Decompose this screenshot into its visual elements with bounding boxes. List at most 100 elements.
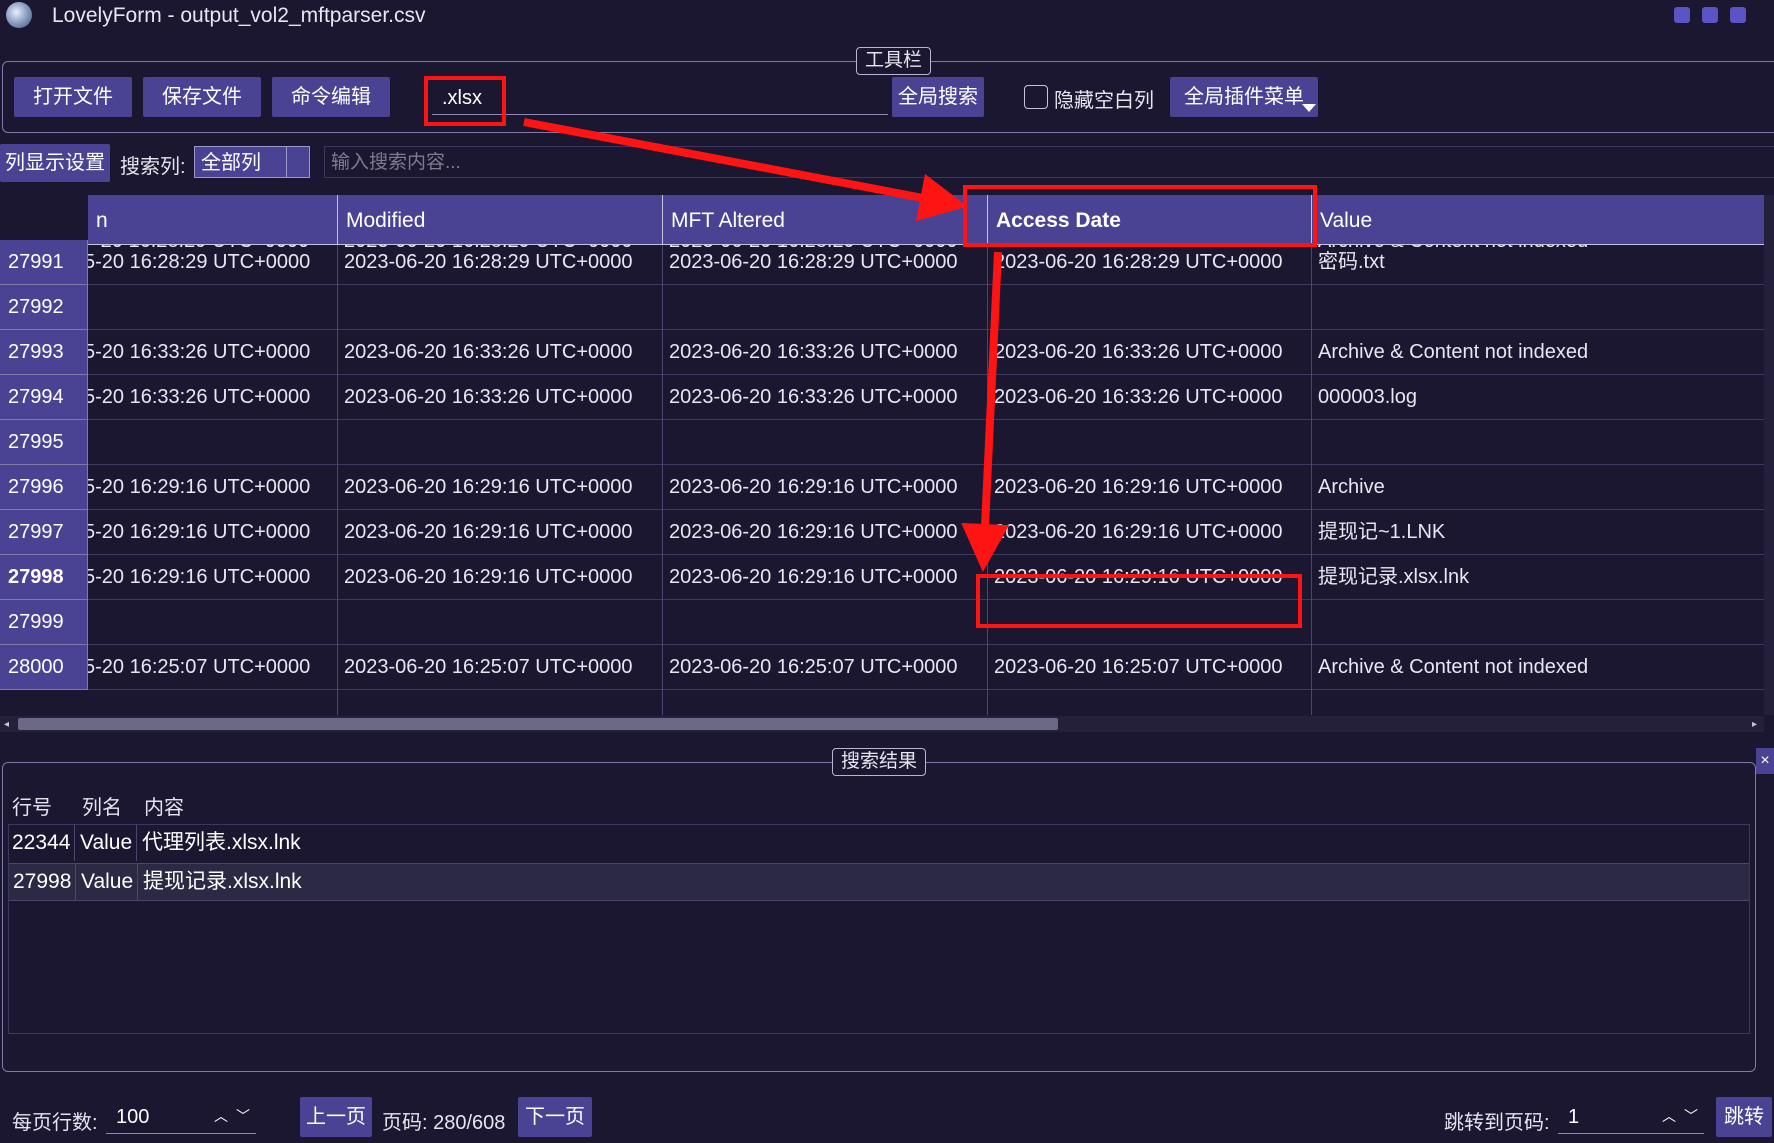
- column-header-mft-altered[interactable]: MFT Altered: [663, 195, 988, 245]
- row-header[interactable]: 27995: [0, 420, 88, 465]
- grid-cell[interactable]: [1312, 420, 1764, 465]
- grid-cell[interactable]: Archive & Content not indexed: [1312, 645, 1764, 690]
- column-header-modified[interactable]: Modified: [338, 195, 663, 245]
- grid-cell[interactable]: 2023-06-20 16:33:26 UTC+0000: [663, 330, 988, 375]
- grid-cell[interactable]: 密码.txt: [1312, 240, 1764, 285]
- grid-cell[interactable]: [1312, 600, 1764, 645]
- row-header[interactable]: 27991: [0, 240, 88, 285]
- chevron-up-icon[interactable]: ︿: [1662, 1106, 1676, 1126]
- grid-cell[interactable]: 5-20 16:29:16 UTC+0000: [88, 465, 338, 510]
- goto-page-label: 跳转到页码:: [1444, 1112, 1550, 1134]
- grid-cell[interactable]: 2023-06-20 16:33:26 UTC+0000: [338, 330, 663, 375]
- maximize-button[interactable]: [1702, 7, 1718, 23]
- results-header-content: 内容: [144, 797, 184, 819]
- prev-page-button[interactable]: 上一页: [300, 1097, 372, 1137]
- row-header[interactable]: 27994: [0, 375, 88, 420]
- grid-cell[interactable]: 2023-06-20 16:29:16 UTC+0000: [338, 510, 663, 555]
- chevron-up-icon[interactable]: ︿: [214, 1106, 228, 1126]
- grid-cell[interactable]: [663, 600, 988, 645]
- grid-cell[interactable]: 2023-06-20 16:33:26 UTC+0000: [663, 375, 988, 420]
- grid-cell[interactable]: [88, 420, 338, 465]
- row-header[interactable]: 27997: [0, 510, 88, 555]
- command-edit-button[interactable]: 命令编辑: [272, 77, 390, 117]
- grid-cell[interactable]: [988, 285, 1312, 330]
- grid-cell[interactable]: 5-20 16:33:26 UTC+0000: [88, 330, 338, 375]
- row-header[interactable]: 28000: [0, 645, 88, 690]
- grid-cell[interactable]: 2023-06-20 16:29:16 UTC+0000: [988, 465, 1312, 510]
- grid-cell[interactable]: [988, 420, 1312, 465]
- results-row[interactable]: 22344 Value 代理列表.xlsx.lnk: [8, 824, 1748, 861]
- grid-cell[interactable]: 5-20 16:25:07 UTC+0000: [88, 645, 338, 690]
- grid-cell[interactable]: [88, 285, 338, 330]
- close-results-icon[interactable]: ×: [1756, 748, 1774, 774]
- horizontal-scrollbar-thumb[interactable]: [18, 718, 1058, 730]
- grid-cell[interactable]: 2023-06-20 16:28:29 UTC+0000: [338, 240, 663, 285]
- save-file-button[interactable]: 保存文件: [143, 77, 261, 117]
- grid-cell[interactable]: 2023-06-20 16:29:16 UTC+0000: [663, 555, 988, 600]
- results-cell-line: 22344: [12, 831, 71, 854]
- grid-cell[interactable]: 5-20 16:29:16 UTC+0000: [88, 510, 338, 555]
- grid-cell[interactable]: 5-20 16:28:29 UTC+0000: [88, 240, 338, 285]
- scroll-right-icon[interactable]: ▸: [1752, 719, 1757, 730]
- next-page-button[interactable]: 下一页: [518, 1097, 592, 1137]
- results-cell-content: 提现记录.xlsx.lnk: [143, 870, 302, 893]
- grid-cell[interactable]: 2023-06-20 16:33:26 UTC+0000: [338, 375, 663, 420]
- row-header[interactable]: 27999: [0, 600, 88, 645]
- chevron-down-icon[interactable]: ﹀: [236, 1106, 250, 1126]
- chevron-down-icon[interactable]: ﹀: [1684, 1106, 1698, 1126]
- global-search-button[interactable]: 全局搜索: [892, 77, 984, 117]
- grid-cell[interactable]: [663, 285, 988, 330]
- results-cell-column: Value: [80, 831, 133, 854]
- grid-cell[interactable]: 2023-06-20 16:28:29 UTC+0000: [663, 240, 988, 285]
- grid-cell[interactable]: [663, 420, 988, 465]
- minimize-button[interactable]: [1674, 7, 1690, 23]
- results-column-divider: [137, 864, 138, 900]
- grid-cell[interactable]: [88, 600, 338, 645]
- hide-empty-columns-checkbox[interactable]: [1024, 85, 1048, 109]
- grid-cell[interactable]: 2023-06-20 16:29:16 UTC+0000: [663, 465, 988, 510]
- plugin-menu-button[interactable]: 全局插件菜单: [1170, 77, 1318, 117]
- close-window-button[interactable]: [1730, 7, 1746, 23]
- search-column-select[interactable]: 全部列: [194, 146, 310, 178]
- grid-cell[interactable]: 000003.log: [1312, 375, 1764, 420]
- row-header[interactable]: 27992: [0, 285, 88, 330]
- row-header[interactable]: 27998: [0, 555, 88, 600]
- column-display-settings-button[interactable]: 列显示设置: [0, 144, 110, 182]
- scroll-left-icon[interactable]: ◂: [4, 719, 9, 730]
- grid-cell[interactable]: 5-20 16:33:26 UTC+0000: [88, 375, 338, 420]
- open-file-button[interactable]: 打开文件: [14, 77, 132, 117]
- grid-cell[interactable]: 2023-06-20 16:25:07 UTC+0000: [663, 645, 988, 690]
- grid-cell[interactable]: [338, 285, 663, 330]
- column-header-value[interactable]: Value: [1312, 195, 1764, 245]
- grid-cell[interactable]: Archive: [1312, 465, 1764, 510]
- grid-cell[interactable]: [1312, 285, 1764, 330]
- column-header-n[interactable]: n: [88, 195, 338, 245]
- grid-cell[interactable]: Archive & Content not indexed: [1312, 330, 1764, 375]
- rows-per-page-label: 每页行数:: [12, 1112, 98, 1134]
- grid-cell[interactable]: 2023-06-20 16:33:26 UTC+0000: [988, 375, 1312, 420]
- search-results-legend: 搜索结果: [832, 748, 927, 776]
- row-divider: [88, 689, 1764, 690]
- grid-cell[interactable]: 提现记录.xlsx.lnk: [1312, 555, 1764, 600]
- search-input[interactable]: 输入搜索内容...: [324, 146, 1774, 178]
- grid-cell[interactable]: 2023-06-20 16:33:26 UTC+0000: [988, 330, 1312, 375]
- row-header[interactable]: 27993: [0, 330, 88, 375]
- grid-cell[interactable]: 2023-06-20 16:25:07 UTC+0000: [338, 645, 663, 690]
- grid-cell[interactable]: [338, 420, 663, 465]
- rows-per-page-spinbox[interactable]: 100: [106, 1100, 256, 1134]
- vertical-scrollbar[interactable]: [1764, 195, 1774, 715]
- toolbar-legend: 工具栏: [856, 47, 932, 75]
- goto-button[interactable]: 跳转: [1716, 1097, 1772, 1137]
- results-cell-line: 27998: [13, 870, 72, 893]
- grid-cell[interactable]: 2023-06-20 16:25:07 UTC+0000: [988, 645, 1312, 690]
- grid-cell[interactable]: 2023-06-20 16:29:16 UTC+0000: [988, 510, 1312, 555]
- results-row[interactable]: 27998 Value 提现记录.xlsx.lnk: [8, 863, 1750, 901]
- grid-cell[interactable]: 2023-06-20 16:29:16 UTC+0000: [663, 510, 988, 555]
- grid-cell[interactable]: 提现记~1.LNK: [1312, 510, 1764, 555]
- grid-cell[interactable]: 2023-06-20 16:29:16 UTC+0000: [338, 465, 663, 510]
- grid-cell[interactable]: 5-20 16:29:16 UTC+0000: [88, 555, 338, 600]
- goto-page-spinbox[interactable]: 1: [1558, 1100, 1704, 1134]
- row-header[interactable]: 27996: [0, 465, 88, 510]
- grid-cell[interactable]: 2023-06-20 16:29:16 UTC+0000: [338, 555, 663, 600]
- grid-cell[interactable]: [338, 600, 663, 645]
